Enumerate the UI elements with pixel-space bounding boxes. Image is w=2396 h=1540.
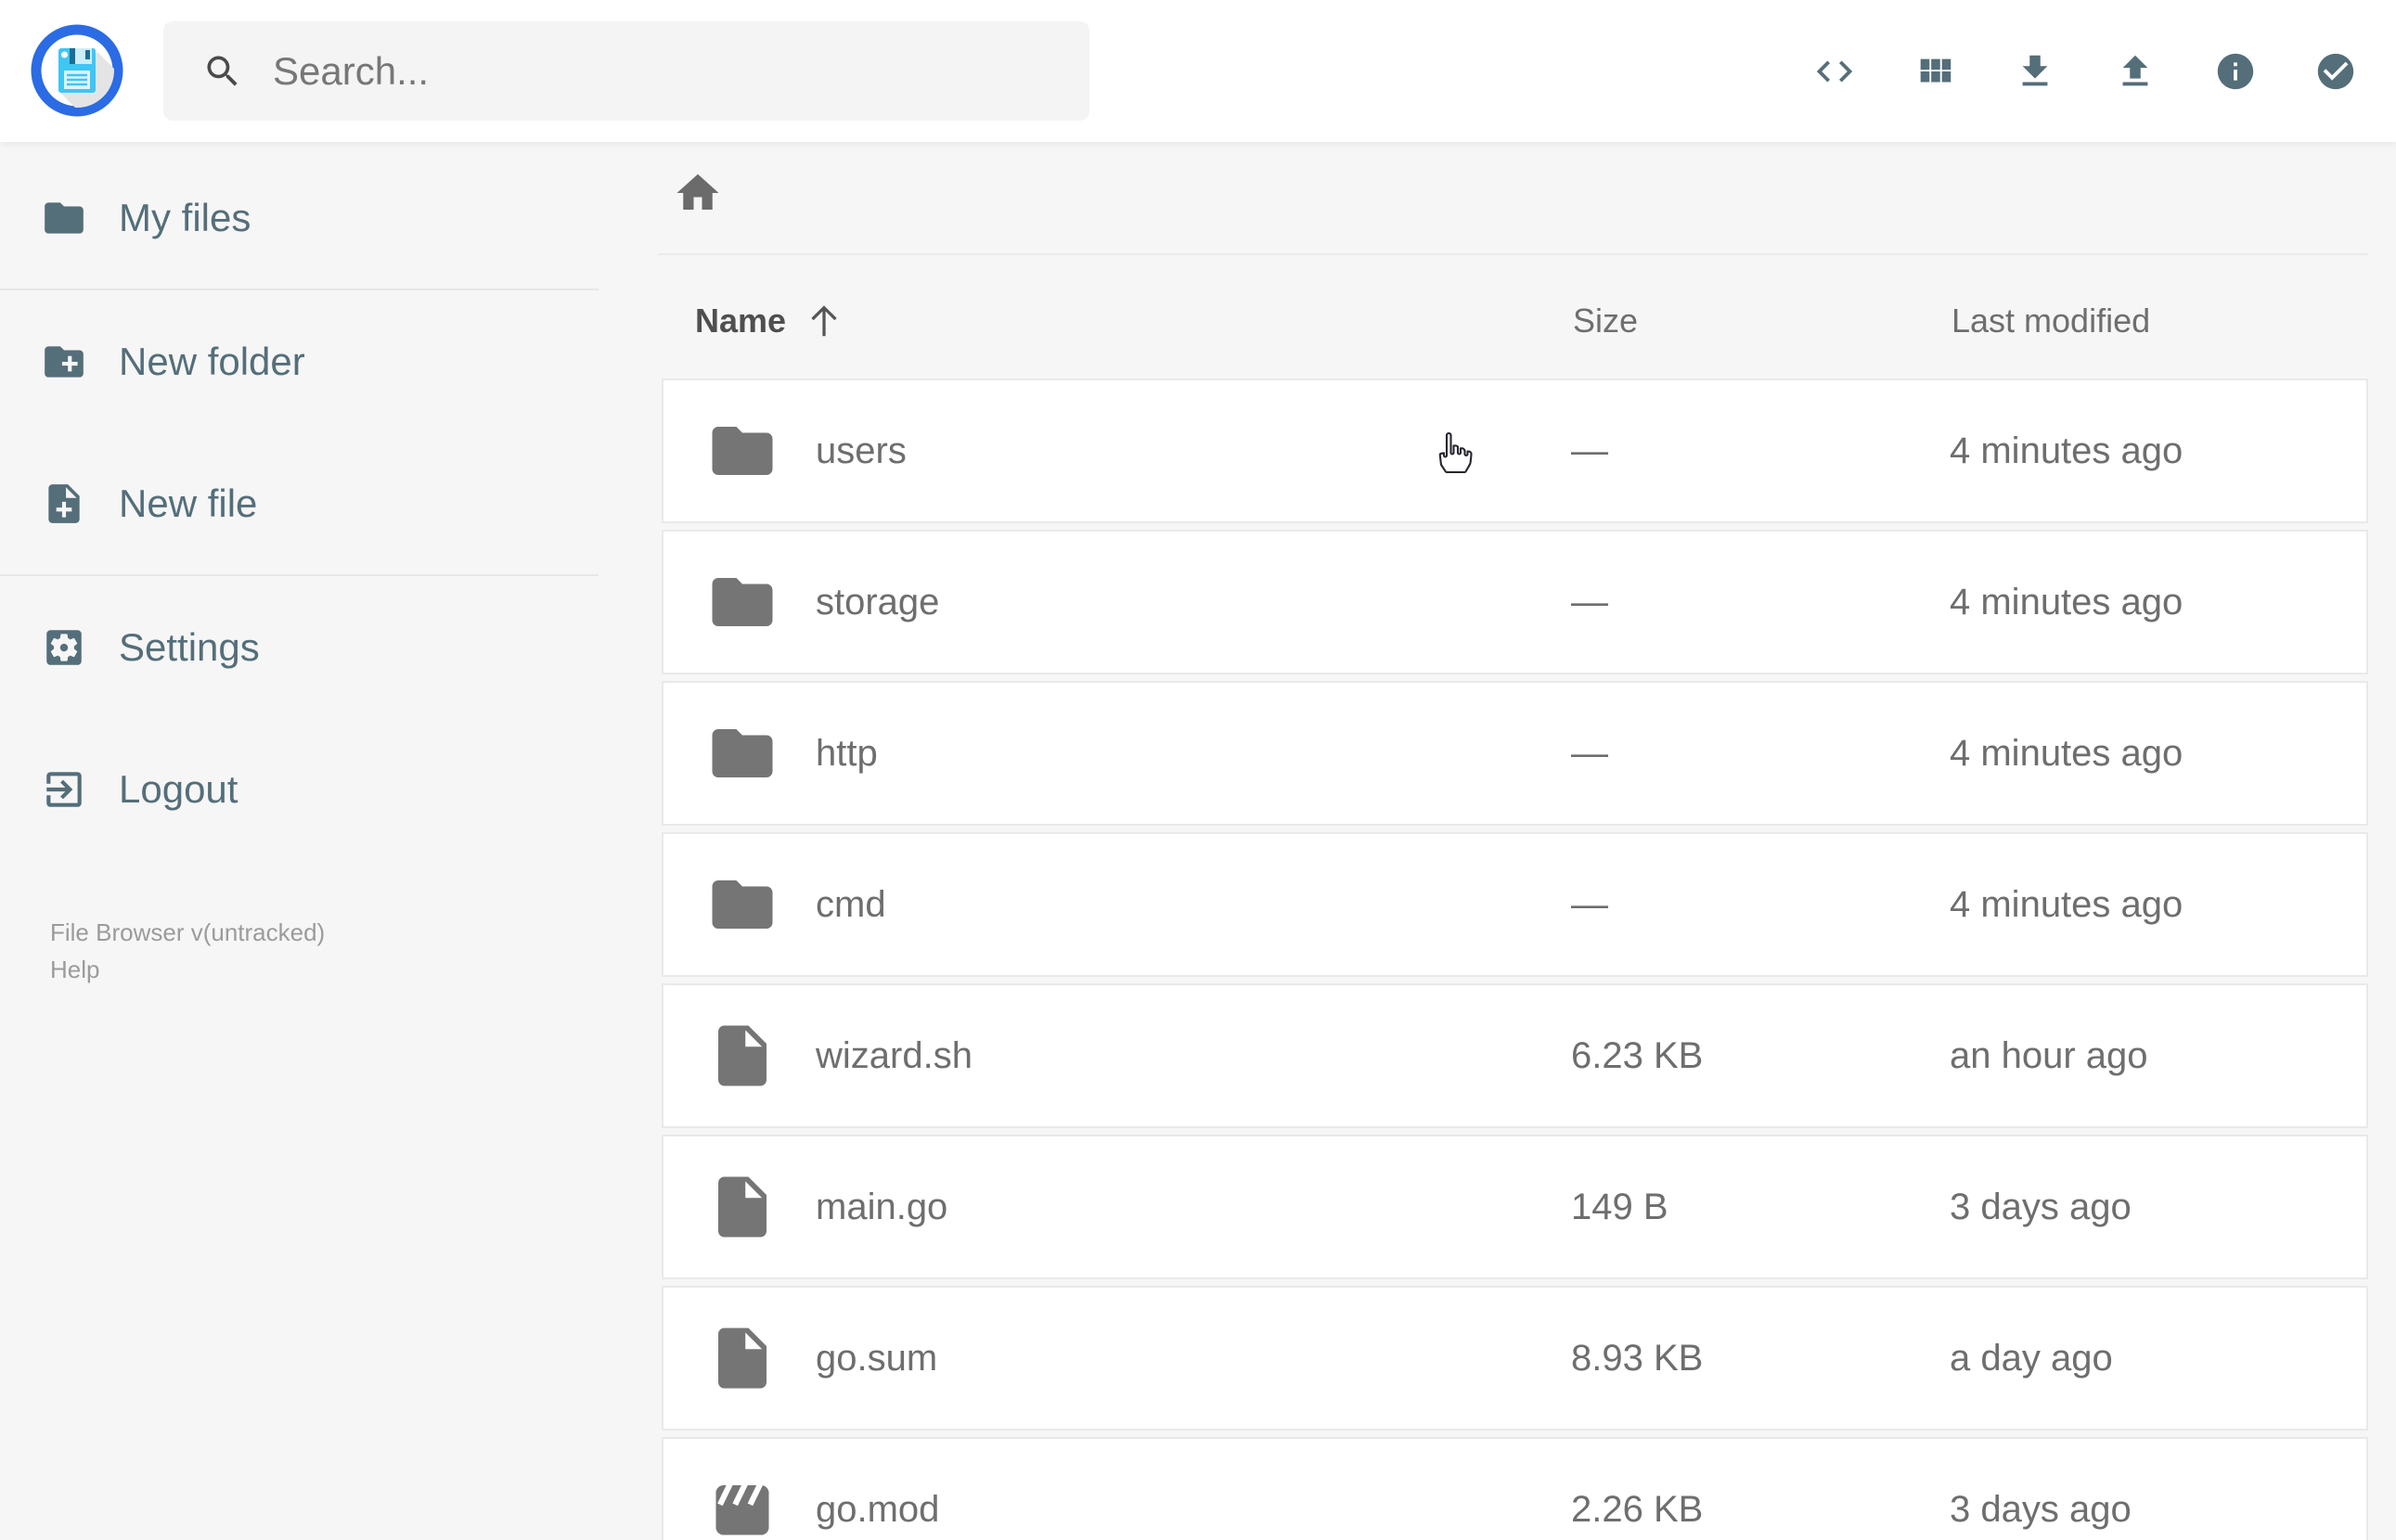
switch-view-button grid-view-icon[interactable] — [1913, 50, 1956, 93]
file-icon — [718, 1328, 766, 1389]
raw-code-button code-icon[interactable] — [1813, 50, 1856, 93]
sidebar-item-label: New folder — [119, 339, 305, 383]
folder-icon — [45, 201, 84, 234]
file-row[interactable]: storage — 4 minutes ago — [662, 530, 2368, 674]
sidebar-item-label: New file — [119, 481, 258, 525]
new-folder-icon — [45, 345, 84, 378]
item-size: 2.26 KB — [1571, 1488, 1704, 1530]
download-button download-icon[interactable] — [2014, 50, 2056, 93]
home-icon — [676, 173, 719, 210]
help-link[interactable]: Help — [50, 951, 99, 988]
info-button info-icon[interactable] — [2214, 50, 2257, 93]
sidebar-item-label: My files — [119, 195, 251, 239]
item-modified: 3 days ago — [1950, 1488, 2132, 1530]
breadcrumb-divider — [658, 253, 2368, 255]
search-icon — [207, 56, 238, 86]
file-icon — [718, 1025, 766, 1086]
item-modified: a day ago — [1950, 1337, 2113, 1379]
file-row[interactable]: wizard.sh 6.23 KB an hour ago — [662, 983, 2368, 1128]
item-name: users — [816, 430, 907, 471]
folder-icon — [712, 729, 773, 777]
sidebar-item-label: Logout — [119, 766, 238, 811]
sidebar-item-new-file[interactable]: New file — [0, 432, 599, 574]
folder-icon — [712, 427, 773, 475]
item-modified: 4 minutes ago — [1950, 430, 2183, 471]
folder-icon — [712, 578, 773, 626]
item-modified: 4 minutes ago — [1950, 732, 2183, 774]
sidebar: My files New folder New file Settings Lo… — [0, 142, 599, 1540]
main-content: Name Size Last modified users — 4 minute… — [599, 142, 2396, 1540]
item-name: http — [816, 732, 878, 774]
app-version-text: File Browser v(untracked) — [50, 918, 326, 946]
folder-icon — [712, 880, 773, 929]
item-size: — — [1571, 581, 1608, 622]
file-row[interactable]: main.go 149 B 3 days ago — [662, 1135, 2368, 1279]
sidebar-item-new-folder[interactable]: New folder — [0, 290, 599, 432]
top-bar: Search... — [0, 0, 2396, 142]
sidebar-item-label: Settings — [119, 624, 260, 669]
item-size: — — [1571, 883, 1608, 925]
sidebar-item-my-files[interactable]: My files — [0, 147, 599, 289]
breadcrumb-home-button[interactable] — [673, 168, 723, 218]
item-modified: 4 minutes ago — [1950, 581, 2183, 622]
column-header-size[interactable]: Size — [1573, 302, 1638, 340]
app-logo floppy-disk-logo-icon — [31, 24, 123, 117]
item-name: wizard.sh — [816, 1034, 973, 1076]
sidebar-footer: File Browser v(untracked) Help — [0, 914, 599, 988]
file-row[interactable]: cmd — 4 minutes ago — [662, 832, 2368, 977]
item-size: 149 B — [1571, 1186, 1668, 1227]
file-listing: users — 4 minutes ago storage — 4 minute… — [662, 379, 2368, 1540]
sidebar-item-settings[interactable]: Settings — [0, 576, 599, 718]
column-header-modified[interactable]: Last modified — [1952, 302, 2150, 340]
search-placeholder: Search... — [273, 48, 430, 93]
file-row[interactable]: go.sum 8.93 KB a day ago — [662, 1286, 2368, 1431]
column-header-name[interactable]: Name — [695, 300, 845, 342]
item-modified: 4 minutes ago — [1950, 883, 2183, 925]
item-name: main.go — [816, 1186, 948, 1227]
listing-header: Name Size Last modified — [599, 289, 2396, 353]
select-multiple-button check-circle-icon[interactable] — [2314, 50, 2357, 93]
item-name: storage — [816, 581, 940, 622]
item-name: go.mod — [816, 1488, 940, 1530]
settings-icon — [46, 629, 82, 665]
item-size: 8.93 KB — [1571, 1337, 1704, 1379]
file-row[interactable]: http — 4 minutes ago — [662, 681, 2368, 826]
item-name: cmd — [816, 883, 886, 925]
sidebar-item-logout[interactable]: Logout — [0, 718, 599, 860]
item-size: — — [1571, 732, 1608, 774]
item-modified: 3 days ago — [1950, 1186, 2132, 1227]
file-icon — [718, 1176, 766, 1238]
upload-button upload-icon[interactable] — [2114, 50, 2157, 93]
logout-icon — [46, 771, 82, 807]
new-file-icon — [48, 483, 80, 523]
item-name: go.sum — [816, 1337, 938, 1379]
topbar-actions — [1813, 0, 2357, 142]
search-input[interactable]: Search... — [163, 21, 1089, 121]
file-row[interactable]: go.mod 2.26 KB 3 days ago — [662, 1437, 2368, 1540]
item-size: 6.23 KB — [1571, 1034, 1704, 1076]
item-modified: an hour ago — [1950, 1034, 2148, 1076]
item-size: — — [1571, 430, 1608, 471]
sort-ascending-arrow-up-icon — [811, 305, 837, 337]
movie-icon — [715, 1485, 769, 1535]
file-row[interactable]: users — 4 minutes ago — [662, 379, 2368, 523]
filebrowser-app: Search... My files New folder New file S… — [0, 0, 2396, 1540]
